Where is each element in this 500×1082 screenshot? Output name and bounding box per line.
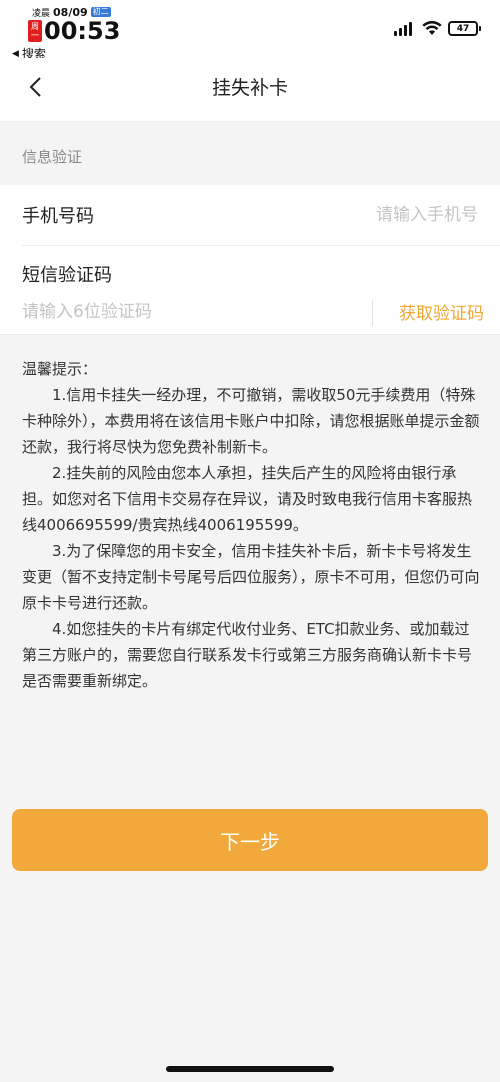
battery-level: 47 <box>456 23 470 34</box>
section-header: 信息验证 <box>0 123 500 185</box>
notice-item: 2.挂失前的风险由您本人承担，挂失后产生的风险将由银行承担。如您对名下信用卡交易… <box>22 464 473 534</box>
get-code-button[interactable]: 获取验证码 <box>399 299 484 324</box>
notice-item: 3.为了保障您的用卡安全，信用卡挂失补卡后，新卡卡号将发生变更（暂不支持定制卡号… <box>22 542 480 612</box>
status-right: 47 <box>394 21 481 36</box>
status-left: 凌晨 08/09 初二 周 一 00:53 ◀ 搜索 <box>12 6 120 62</box>
status-lunar-day: 初二 <box>90 7 111 17</box>
section-header-text: 信息验证 <box>22 148 83 166</box>
verification-form: 手机号码 短信验证码 获取验证码 <box>0 185 500 335</box>
battery-icon: 47 <box>448 21 481 36</box>
status-weekday-badge: 周 一 <box>28 20 42 42</box>
sms-code-input[interactable] <box>22 296 352 328</box>
status-bar: 凌晨 08/09 初二 周 一 00:53 ◀ 搜索 47 <box>0 0 500 61</box>
next-step-button[interactable]: 下一步 <box>12 809 488 871</box>
cellular-signal-icon <box>394 21 414 36</box>
wifi-icon <box>422 21 442 35</box>
home-indicator[interactable] <box>166 1066 334 1072</box>
status-weekday-bottom: 一 <box>31 31 39 40</box>
phone-input[interactable] <box>278 198 478 232</box>
back-triangle-icon: ◀ <box>12 48 19 59</box>
sms-code-label: 短信验证码 <box>22 265 112 286</box>
status-time: 00:53 <box>44 17 121 45</box>
nav-bar: 挂失补卡 <box>0 58 500 122</box>
vertical-separator <box>372 300 373 326</box>
status-weekday-top: 周 <box>31 22 39 31</box>
phone-label: 手机号码 <box>22 206 94 227</box>
notice-section: 温馨提示： 1.信用卡挂失一经办理，不可撤销，需收取50元手续费用（特殊卡种除外… <box>22 356 482 694</box>
notice-title: 温馨提示： <box>22 360 98 378</box>
page-title: 挂失补卡 <box>211 77 288 99</box>
notice-item: 4.如您挂失的卡片有绑定代收付业务、ETC扣款业务、或加载过第三方账户的，需要您… <box>22 620 473 690</box>
phone-row: 手机号码 <box>0 185 500 245</box>
form-divider <box>22 245 500 246</box>
status-time-row: 周 一 00:53 <box>28 18 120 44</box>
notice-item: 1.信用卡挂失一经办理，不可撤销，需收取50元手续费用（特殊卡种除外），本费用将… <box>22 386 480 456</box>
